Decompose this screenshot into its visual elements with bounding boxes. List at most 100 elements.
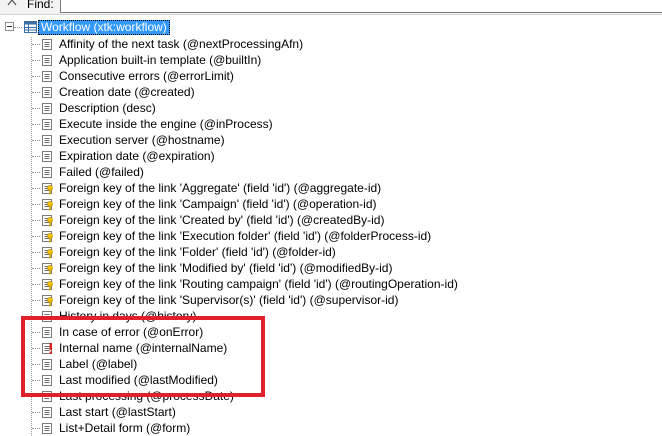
foreign-key-icon [42, 215, 53, 227]
tree-item-label: In case of error (@onError) [59, 325, 204, 339]
tree-item-label: Foreign key of the link 'Aggregate' (fie… [59, 181, 382, 195]
tree-item-label: Foreign key of the link 'Created by' (fi… [59, 213, 385, 227]
attribute-icon [42, 391, 52, 402]
tree-item-label: Expiration date (@expiration) [59, 149, 215, 163]
tree-item-label: Foreign key of the link 'Supervisor(s)' … [59, 293, 399, 307]
tree-item-label: Foreign key of the link 'Routing campaig… [59, 277, 458, 291]
tree-item-label: Last modified (@lastModified) [59, 373, 218, 387]
collapse-toggle[interactable] [5, 22, 14, 31]
tree-item-label: Foreign key of the link 'Folder' (field … [59, 245, 336, 259]
tree-connector [32, 76, 40, 77]
tree-connector [32, 156, 40, 157]
tree-connector [32, 428, 40, 429]
tree-connector [32, 380, 40, 381]
tree-item-label: Execute inside the engine (@inProcess) [59, 117, 273, 131]
tree-connector [14, 27, 22, 28]
tree-item[interactable]: Last processing (@processDate) [0, 388, 662, 404]
tree-item-label: Last processing (@processDate) [59, 389, 234, 403]
tree-item-label: Consecutive errors (@errorLimit) [59, 69, 234, 83]
foreign-key-icon [42, 247, 53, 259]
attribute-icon [42, 167, 52, 178]
tree-item[interactable]: Foreign key of the link 'Supervisor(s)' … [0, 292, 662, 308]
tree-item-label: Creation date (@created) [59, 85, 195, 99]
tree-item[interactable]: Expiration date (@expiration) [0, 148, 662, 164]
tree-connector [32, 284, 40, 285]
tree-connector [32, 188, 40, 189]
tree-item[interactable]: In case of error (@onError) [0, 324, 662, 340]
tree-connector [32, 92, 40, 93]
tree-item[interactable]: Last start (@lastStart) [0, 404, 662, 420]
tree-item-label: Failed (@failed) [59, 165, 144, 179]
tree-connector [32, 268, 40, 269]
tree-item[interactable]: Foreign key of the link 'Aggregate' (fie… [0, 180, 662, 196]
tree-item-label: Affinity of the next task (@nextProcessi… [59, 37, 304, 51]
tree-connector [32, 236, 40, 237]
tree-item[interactable]: History in days (@history) [0, 308, 662, 324]
tree-item-label: Label (@label) [59, 357, 138, 371]
tree-item[interactable]: Foreign key of the link 'Execution folde… [0, 228, 662, 244]
tree-connector [32, 348, 40, 349]
tree-connector [32, 124, 40, 125]
tree-item[interactable]: Foreign key of the link 'Routing campaig… [0, 276, 662, 292]
attribute-icon [42, 359, 52, 370]
tree-item[interactable]: Foreign key of the link 'Folder' (field … [0, 244, 662, 260]
tree-connector [32, 204, 40, 205]
tree-item[interactable]: Execute inside the engine (@inProcess) [0, 116, 662, 132]
tree-item-label: Foreign key of the link 'Execution folde… [59, 229, 432, 243]
tree-item[interactable]: Label (@label) [0, 356, 662, 372]
foreign-key-icon [42, 231, 53, 243]
attribute-icon [42, 423, 52, 434]
foreign-key-icon [42, 279, 53, 291]
attribute-icon [42, 103, 52, 114]
tree-item-label: Foreign key of the link 'Campaign' (fiel… [59, 197, 377, 211]
tree-item[interactable]: Failed (@failed) [0, 164, 662, 180]
attribute-icon [42, 375, 52, 386]
required-attribute-icon [42, 343, 52, 354]
tree-item-label: History in days (@history) [59, 309, 197, 323]
attribute-icon [42, 55, 52, 66]
attribute-icon [42, 327, 52, 338]
tree-item[interactable]: Foreign key of the link 'Modified by' (f… [0, 260, 662, 276]
tree-item[interactable]: Foreign key of the link 'Campaign' (fiel… [0, 196, 662, 212]
tree-item-label: Execution server (@hostname) [59, 133, 225, 147]
tree-item[interactable]: Description (desc) [0, 100, 662, 116]
tree-item-label: Foreign key of the link 'Modified by' (f… [59, 261, 393, 275]
tree-item-label: List+Detail form (@form) [59, 421, 191, 435]
attribute-icon [42, 39, 52, 50]
tree-item-label: Last start (@lastStart) [59, 405, 176, 419]
tree-connector [32, 220, 40, 221]
tree-connector [32, 412, 40, 413]
tree-item[interactable]: Execution server (@hostname) [0, 132, 662, 148]
tree-connector [32, 60, 40, 61]
tree-item[interactable]: Foreign key of the link 'Created by' (fi… [0, 212, 662, 228]
tree-connector [32, 140, 40, 141]
tree-item[interactable]: List+Detail form (@form) [0, 420, 662, 436]
attribute-icon [42, 311, 52, 322]
tree-item[interactable]: Last modified (@lastModified) [0, 372, 662, 388]
tree-item[interactable]: Application built-in template (@builtIn) [0, 52, 662, 68]
tree-item[interactable]: Internal name (@internalName) [0, 340, 662, 356]
tree-connector [32, 300, 40, 301]
foreign-key-icon [42, 183, 53, 195]
foreign-key-icon [42, 295, 53, 307]
tree-item-label: Internal name (@internalName) [59, 341, 228, 355]
tree-connector [32, 316, 40, 317]
table-icon [24, 21, 37, 33]
tree-item-label: Application built-in template (@builtIn) [59, 53, 262, 67]
attribute-icon [42, 87, 52, 98]
tree-item[interactable]: Consecutive errors (@errorLimit) [0, 68, 662, 84]
attribute-icon [42, 407, 52, 418]
tree-item[interactable]: Creation date (@created) [0, 84, 662, 100]
attribute-icon [42, 71, 52, 82]
tree-connector [32, 364, 40, 365]
tree-connector [32, 252, 40, 253]
tree-connector [32, 332, 40, 333]
tree-root-workflow[interactable]: Workflow (xtk:workflow) [38, 20, 170, 35]
tree-connector [32, 396, 40, 397]
tree-connector [32, 44, 40, 45]
attribute-icon [42, 151, 52, 162]
tree-connector [32, 108, 40, 109]
attribute-icon [42, 119, 52, 130]
tree-item[interactable]: Affinity of the next task (@nextProcessi… [0, 36, 662, 52]
foreign-key-icon [42, 199, 53, 211]
